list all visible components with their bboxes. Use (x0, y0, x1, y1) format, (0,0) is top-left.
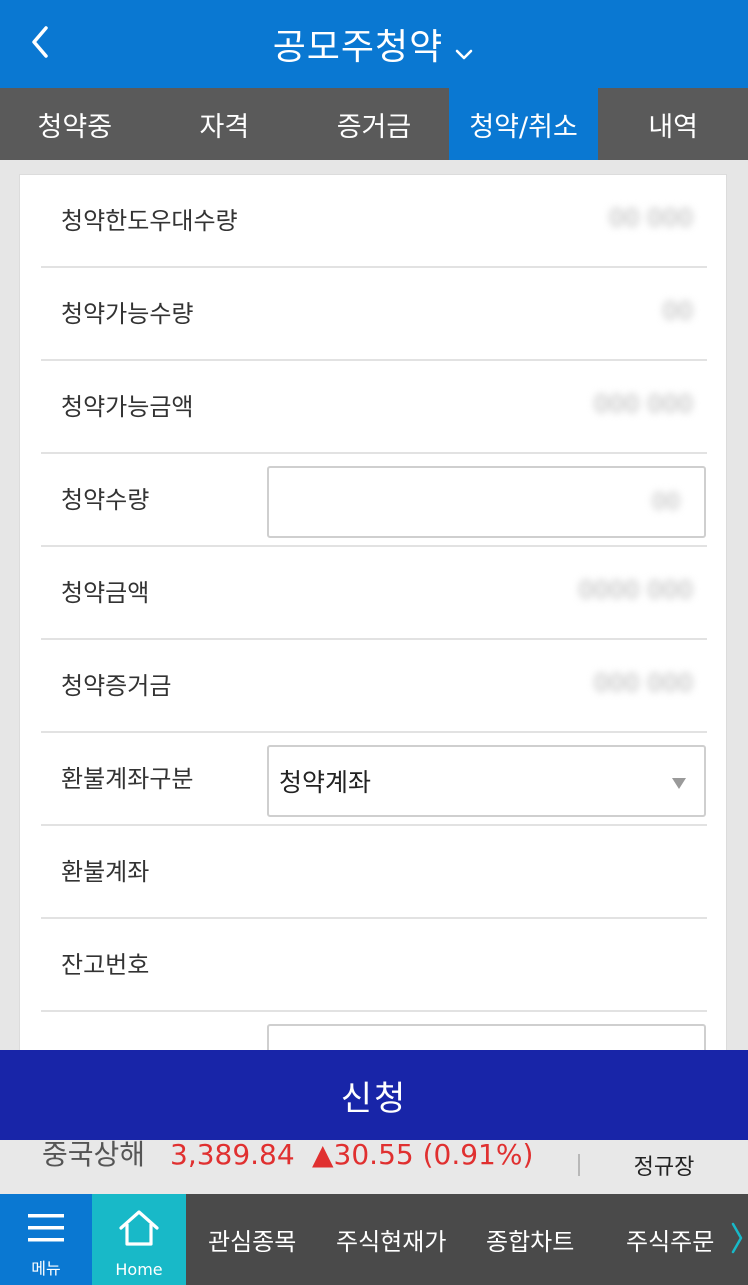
menu-button[interactable]: 메뉴 (0, 1194, 92, 1285)
field-value: 00 000 (609, 204, 693, 232)
bottom-nav: 메뉴 Home 관심종목 주식현재가 종합차트 주식주문 (0, 1194, 748, 1285)
market-session-label: 정규장 (633, 1155, 695, 1180)
field-label: 청약증거금 (61, 671, 172, 700)
quantity-input[interactable]: 00 (267, 466, 706, 538)
page-title-dropdown[interactable]: 공모주청약 (0, 0, 748, 88)
form-row-available-amount: 청약가능금액 000 000 (41, 361, 707, 454)
nav-stock-price[interactable]: 주식현재가 (336, 1194, 446, 1285)
nav-shortcuts: 관심종목 주식현재가 종합차트 주식주문 (186, 1194, 748, 1285)
nav-stock-order[interactable]: 주식주문 (626, 1194, 714, 1285)
tab-subscribe-cancel[interactable]: 청약/취소 (448, 88, 599, 160)
home-icon (117, 1208, 161, 1252)
tab-subscribing[interactable]: 청약중 (0, 88, 150, 160)
form-row-refund-type: 환불계좌구분 청약계좌 (41, 733, 707, 826)
tab-history[interactable]: 내역 (598, 88, 748, 160)
ticker-divider (578, 1154, 580, 1176)
home-button[interactable]: Home (92, 1194, 186, 1285)
app-header: 공모주청약 (0, 0, 748, 88)
form-row-balance-number: 잔고번호 (41, 919, 707, 1012)
home-label: Home (115, 1260, 163, 1279)
nav-watchlist[interactable]: 관심종목 (208, 1194, 296, 1285)
form-row-available-quantity: 청약가능수량 00 (41, 268, 707, 361)
form-row-preferential-limit: 청약한도우대수량 00 000 (41, 175, 707, 268)
field-label: 청약수량 (61, 485, 150, 514)
dropdown-caret-icon (672, 775, 686, 789)
subscription-form: 청약한도우대수량 00 000 청약가능수량 00 청약가능금액 000 000… (19, 174, 727, 1096)
index-name: 중국상해 (42, 1140, 146, 1171)
form-row-deposit: 청약증거금 000 000 (41, 640, 707, 733)
form-row-refund-account: 환불계좌 (41, 826, 707, 919)
refund-account-type-value: 청약계좌 (279, 768, 372, 797)
tab-bar: 청약중 자격 증거금 청약/취소 내역 (0, 88, 748, 160)
index-change: ▲30.55 (0.91%) (312, 1140, 534, 1171)
field-label: 청약한도우대수량 (61, 206, 238, 235)
form-row-amount: 청약금액 0000 000 (41, 547, 707, 640)
tab-eligibility[interactable]: 자격 (150, 88, 300, 160)
hamburger-menu-icon (26, 1210, 66, 1250)
chevron-right-icon[interactable] (730, 1222, 744, 1254)
menu-label: 메뉴 (31, 1259, 61, 1278)
index-price: 3,389.84 (170, 1140, 295, 1171)
market-ticker[interactable]: 중국상해 3,389.84 ▲30.55 (0.91%) 정규장 (0, 1140, 748, 1194)
field-value: 000 000 (593, 390, 693, 418)
field-label: 환불계좌구분 (61, 764, 194, 793)
field-value: 00 (662, 297, 693, 325)
form-row-quantity: 청약수량 00 (41, 454, 707, 547)
field-label: 청약가능금액 (61, 392, 194, 421)
field-value: 000 000 (593, 669, 693, 697)
tab-deposit[interactable]: 증거금 (299, 88, 449, 160)
nav-chart[interactable]: 종합차트 (486, 1194, 574, 1285)
page-title: 공모주청약 (272, 27, 444, 68)
refund-account-type-select[interactable]: 청약계좌 (267, 745, 706, 817)
chevron-down-icon (453, 33, 475, 60)
quantity-input-value: 00 (652, 489, 680, 515)
field-label: 환불계좌 (61, 857, 150, 886)
field-label: 잔고번호 (61, 950, 150, 979)
field-label: 청약가능수량 (61, 299, 194, 328)
submit-button[interactable]: 신청 (0, 1050, 748, 1140)
field-value: 0000 000 (578, 576, 693, 604)
field-label: 청약금액 (61, 578, 150, 607)
